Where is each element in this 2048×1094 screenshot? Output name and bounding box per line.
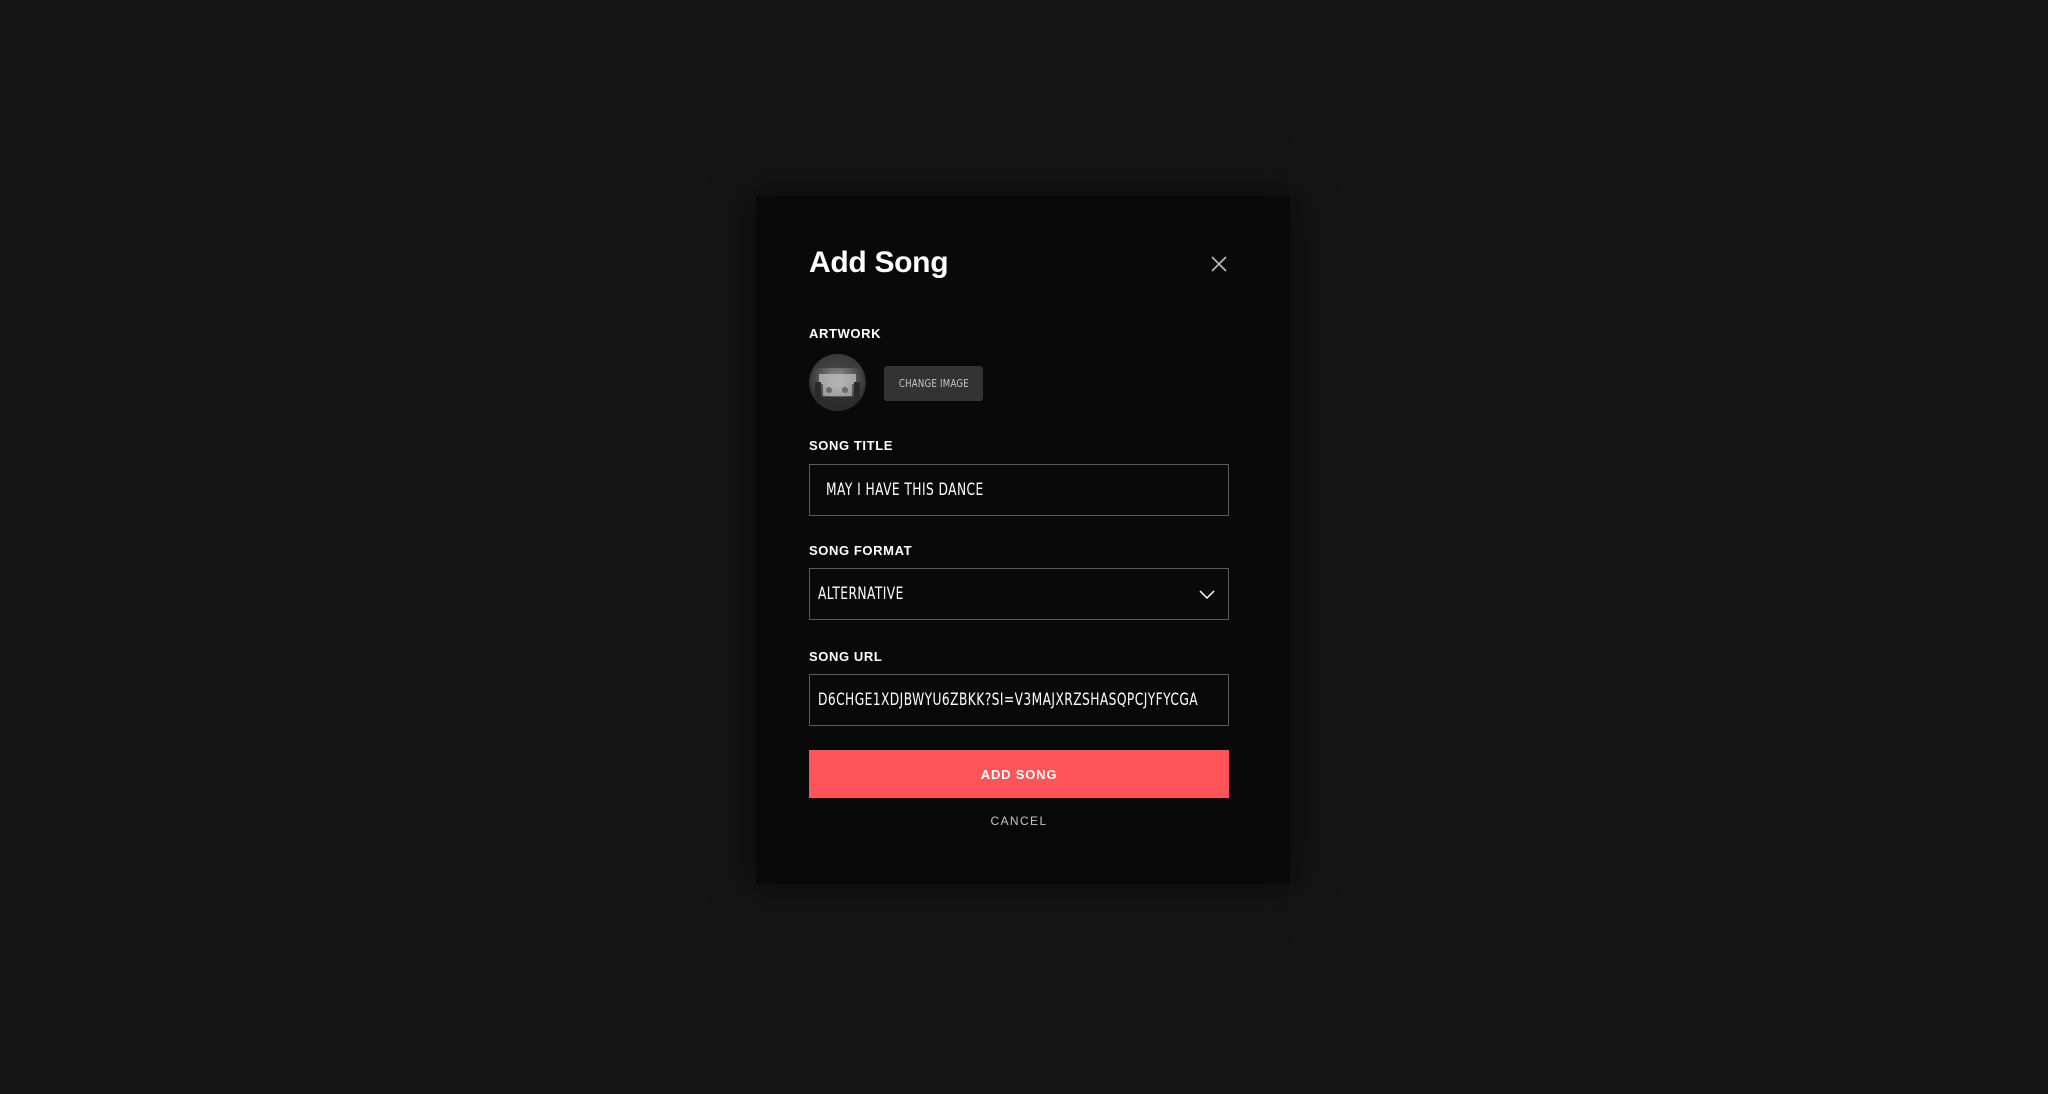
modal-title: Add Song bbox=[809, 246, 949, 279]
song-url-label: SONG URL bbox=[809, 649, 883, 664]
artwork-thumbnail bbox=[809, 354, 866, 411]
add-song-button[interactable]: ADD SONG bbox=[809, 750, 1229, 798]
song-title-label: SONG TITLE bbox=[809, 438, 893, 453]
song-url-input[interactable]: D6CHGE1XDJBWYU6ZBKK?SI=V3MAJXRZSHASQPCJY… bbox=[809, 674, 1229, 726]
song-title-value: MAY I HAVE THIS DANCE bbox=[826, 480, 984, 500]
cancel-button[interactable]: CANCEL bbox=[809, 814, 1229, 828]
change-image-button[interactable]: CHANGE IMAGE bbox=[884, 366, 983, 401]
song-title-input[interactable]: MAY I HAVE THIS DANCE bbox=[809, 464, 1229, 516]
song-format-select[interactable]: ALTERNATIVE bbox=[809, 568, 1229, 620]
artwork-label: ARTWORK bbox=[809, 326, 882, 341]
chevron-down-icon bbox=[1199, 590, 1215, 600]
change-image-label: CHANGE IMAGE bbox=[898, 377, 969, 390]
close-icon bbox=[1211, 256, 1227, 272]
song-format-label: SONG FORMAT bbox=[809, 543, 913, 558]
close-button[interactable] bbox=[1208, 253, 1230, 275]
song-url-value: D6CHGE1XDJBWYU6ZBKK?SI=V3MAJXRZSHASQPCJY… bbox=[818, 690, 1199, 710]
song-format-selected-value: ALTERNATIVE bbox=[818, 584, 904, 604]
artwork-image bbox=[809, 354, 866, 411]
add-song-modal: Add Song ARTWORK CHANGE IMAGE SONG TITLE… bbox=[756, 196, 1290, 884]
